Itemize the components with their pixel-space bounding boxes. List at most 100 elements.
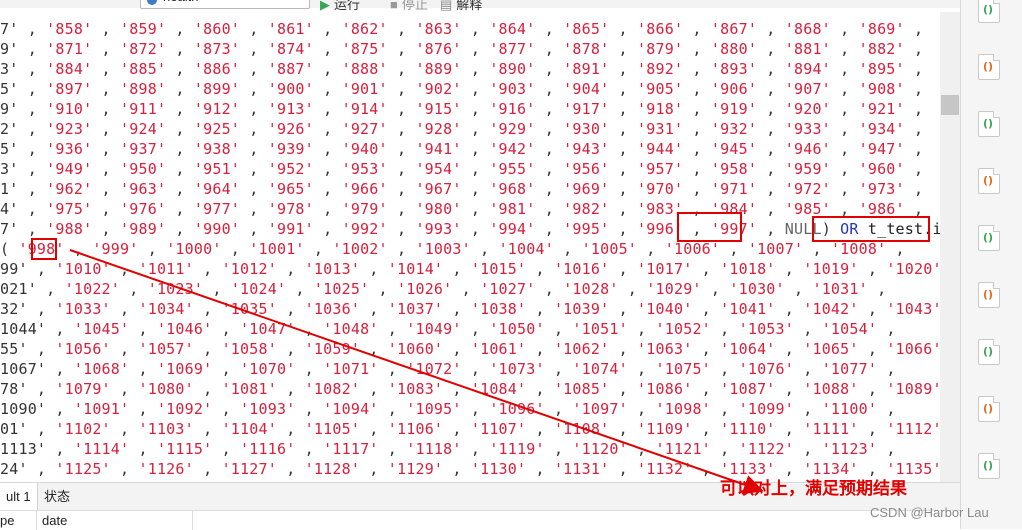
string-literal: '953' bbox=[341, 160, 388, 178]
code-file-icon[interactable]: () bbox=[978, 339, 1000, 365]
string-literal: '861' bbox=[267, 20, 314, 38]
string-literal: '917' bbox=[563, 100, 610, 118]
string-literal: '1027' bbox=[480, 280, 536, 298]
punctuation: 7' , bbox=[0, 20, 47, 38]
column-header-date[interactable]: date bbox=[42, 513, 67, 528]
code-line[interactable]: 1044' , '1045' , '1046' , '1047' , '1048… bbox=[0, 319, 896, 339]
code-line[interactable]: 9' , '871' , '872' , '873' , '874' , '87… bbox=[0, 39, 923, 59]
scrollbar-thumb[interactable] bbox=[941, 95, 959, 115]
string-literal: '1060' bbox=[387, 340, 444, 358]
punctuation: , bbox=[166, 100, 194, 118]
code-line[interactable]: 99' , '1010' , '1011' , '1012' , '1013' … bbox=[0, 259, 940, 279]
string-literal: '1048' bbox=[323, 320, 379, 338]
code-file-icon[interactable]: () bbox=[978, 282, 1000, 308]
code-file-icon[interactable]: () bbox=[978, 396, 1000, 422]
code-line[interactable]: 1067' , '1068' , '1069' , '1070' , '1071… bbox=[0, 359, 896, 379]
code-file-icon[interactable]: () bbox=[978, 168, 1000, 194]
punctuation: 7' , bbox=[0, 220, 47, 238]
string-literal: '945' bbox=[710, 140, 758, 158]
string-literal: '980' bbox=[415, 200, 462, 218]
punctuation: , bbox=[470, 240, 499, 258]
code-line[interactable]: 3' , '949' , '950' , '951' , '952' , '95… bbox=[0, 159, 923, 179]
punctuation: , bbox=[240, 80, 268, 98]
string-literal: '866' bbox=[637, 20, 684, 38]
code-line[interactable]: ( '998' , '999' , '1000' , '1001' , '100… bbox=[0, 239, 905, 259]
string-literal: '1127' bbox=[221, 460, 277, 478]
code-line[interactable]: 1113' , '1114' , '1115' , '1116' , '1117… bbox=[0, 439, 896, 459]
punctuation: , bbox=[92, 140, 121, 158]
punctuation: , bbox=[387, 220, 416, 238]
punctuation: 9' , bbox=[0, 40, 47, 58]
object-side-panel: () () () () () () () () () bbox=[960, 0, 1022, 529]
punctuation: , bbox=[784, 280, 813, 298]
punctuation: , bbox=[387, 140, 416, 158]
punctuation: , bbox=[858, 340, 887, 358]
code-line[interactable]: 5' , '936' , '937' , '938' , '939' , '94… bbox=[0, 139, 923, 159]
code-line[interactable]: 01' , '1102' , '1103' , '1104' , '1105' … bbox=[0, 419, 940, 439]
stop-icon: ■ bbox=[390, 0, 398, 12]
sql-editor[interactable]: 7' , '858' , '859' , '860' , '861' , '86… bbox=[0, 12, 940, 482]
code-line[interactable]: 78' , '1079' , '1080' , '1081' , '1082' … bbox=[0, 379, 940, 399]
punctuation: , bbox=[387, 200, 416, 218]
code-line[interactable]: 7' , '858' , '859' , '860' , '861' , '86… bbox=[0, 19, 923, 39]
punctuation: , bbox=[904, 40, 924, 58]
string-literal: '1079' bbox=[55, 380, 111, 398]
code-line[interactable]: 7' , '988' , '989' , '990' , '991' , '99… bbox=[0, 219, 940, 239]
punctuation: , bbox=[166, 60, 194, 78]
code-line[interactable]: 9' , '910' , '911' , '912' , '913' , '91… bbox=[0, 99, 923, 119]
string-literal: '1016' bbox=[553, 260, 610, 278]
punctuation: , bbox=[535, 100, 564, 118]
tab-result-1[interactable]: ult 1 bbox=[0, 483, 38, 511]
column-header-type[interactable]: pe bbox=[0, 513, 14, 528]
punctuation: , bbox=[166, 160, 194, 178]
punctuation: 1044' , bbox=[0, 320, 74, 338]
string-literal: '1008' bbox=[830, 240, 887, 258]
string-literal: '1118' bbox=[406, 440, 462, 458]
punctuation: , bbox=[757, 120, 785, 138]
string-literal: '908' bbox=[858, 80, 905, 98]
punctuation: , bbox=[886, 240, 905, 258]
code-line[interactable]: 4' , '975' , '976' , '977' , '978' , '97… bbox=[0, 199, 923, 219]
punctuation: , bbox=[609, 300, 638, 318]
string-literal: '891' bbox=[563, 60, 610, 78]
punctuation: , bbox=[92, 40, 121, 58]
code-file-icon[interactable]: () bbox=[978, 54, 1000, 80]
string-literal: '956' bbox=[563, 160, 610, 178]
punctuation: , bbox=[830, 140, 859, 158]
punctuation: , bbox=[360, 380, 388, 398]
code-file-icon[interactable]: () bbox=[978, 453, 1000, 479]
punctuation: , bbox=[313, 20, 342, 38]
punctuation: , bbox=[683, 120, 711, 138]
code-line[interactable]: 55' , '1056' , '1057' , '1058' , '1059' … bbox=[0, 339, 940, 359]
code-line[interactable]: 021' , '1022' , '1023' , '1024' , '1025'… bbox=[0, 279, 886, 299]
punctuation: , bbox=[313, 160, 342, 178]
punctuation: , bbox=[757, 180, 785, 198]
string-literal: '894' bbox=[784, 60, 831, 78]
code-line[interactable]: 5' , '897' , '898' , '899' , '900' , '90… bbox=[0, 79, 923, 99]
string-literal: '868' bbox=[784, 20, 831, 38]
string-literal: '898' bbox=[120, 80, 167, 98]
string-literal: '955' bbox=[489, 160, 536, 178]
tab-status[interactable]: 状态 bbox=[38, 483, 76, 511]
code-line[interactable]: 2' , '923' , '924' , '925' , '926' , '92… bbox=[0, 119, 923, 139]
database-select[interactable]: health ▼ bbox=[140, 0, 310, 9]
punctuation: , bbox=[609, 420, 638, 438]
code-file-icon[interactable]: () bbox=[978, 225, 1000, 251]
code-line[interactable]: 1' , '962' , '963' , '964' , '965' , '96… bbox=[0, 179, 923, 199]
column-separator bbox=[192, 511, 193, 530]
punctuation: , bbox=[240, 140, 268, 158]
code-line[interactable]: 1090' , '1091' , '1092' , '1093' , '1094… bbox=[0, 399, 896, 419]
code-file-icon[interactable]: () bbox=[978, 111, 1000, 137]
punctuation: , bbox=[692, 300, 721, 318]
punctuation: , bbox=[452, 280, 481, 298]
code-line[interactable]: 32' , '1033' , '1034' , '1035' , '1036' … bbox=[0, 299, 940, 319]
punctuation: , bbox=[858, 420, 887, 438]
punctuation: , bbox=[295, 400, 324, 418]
punctuation: , bbox=[609, 140, 638, 158]
code-file-icon[interactable]: () bbox=[978, 0, 1000, 23]
editor-vertical-scrollbar[interactable] bbox=[940, 12, 960, 482]
code-line[interactable]: 3' , '884' , '885' , '886' , '887' , '88… bbox=[0, 59, 923, 79]
punctuation: , bbox=[609, 60, 638, 78]
string-literal: '965' bbox=[267, 180, 314, 198]
punctuation: 32' , bbox=[0, 300, 56, 318]
